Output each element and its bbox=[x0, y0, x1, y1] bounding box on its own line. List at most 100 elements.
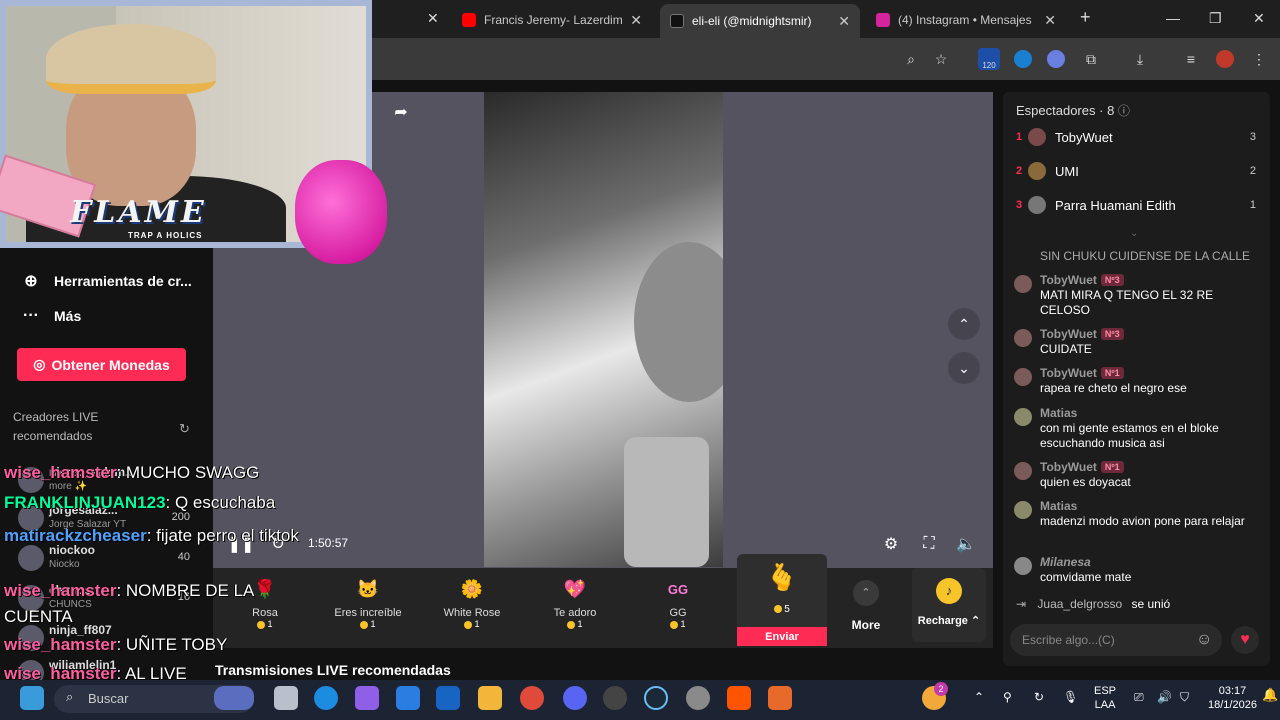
fullscreen-icon[interactable]: ⛶ bbox=[920, 535, 938, 553]
volume-icon[interactable]: 🔈 bbox=[956, 535, 976, 553]
windows-start-icon[interactable] bbox=[20, 686, 44, 710]
restore-icon[interactable]: ❐ bbox=[1209, 10, 1222, 27]
new-tab-button[interactable]: + bbox=[1080, 7, 1091, 28]
chrome-icon[interactable] bbox=[520, 686, 544, 710]
chevron-down-icon[interactable]: ⌄ bbox=[1130, 228, 1138, 239]
avatar[interactable] bbox=[1014, 329, 1032, 347]
close-tab-icon[interactable]: ✕ bbox=[427, 10, 439, 27]
coin-icon bbox=[360, 620, 369, 629]
gift-item[interactable]: 🌼 White Rose 1 bbox=[424, 574, 520, 638]
vpn-icon[interactable]: ⛉ bbox=[1180, 690, 1189, 704]
like-heart-button[interactable]: ♥ bbox=[1231, 626, 1259, 654]
outlook-icon[interactable] bbox=[436, 686, 460, 710]
extension-icon[interactable] bbox=[1014, 50, 1032, 68]
send-gift-button[interactable]: Enviar bbox=[737, 627, 827, 646]
network-icon[interactable]: ⚲ bbox=[1003, 690, 1012, 704]
chat-message: Matias con mi gente estamos en el bloke … bbox=[1014, 406, 1264, 454]
rank-badge: Nº3 bbox=[1100, 274, 1124, 286]
discord-icon[interactable] bbox=[563, 686, 587, 710]
recharge-button[interactable]: ♪ Recharge ⌃ bbox=[912, 568, 986, 642]
chat-message: TobyWuet Nº3 MATI MIRA Q TENGO EL 32 RE C… bbox=[1014, 273, 1264, 321]
chat-message: TobyWuet Nº1 quien es doyacat bbox=[1014, 460, 1264, 492]
language-indicator[interactable]: ESP LAA bbox=[1094, 684, 1116, 712]
close-tab-icon[interactable]: ✕ bbox=[630, 12, 642, 29]
close-tab-icon[interactable]: ✕ bbox=[838, 13, 850, 30]
search-icon: ⌕ bbox=[66, 689, 74, 704]
avatar[interactable] bbox=[1014, 368, 1032, 386]
settings-icon[interactable] bbox=[686, 686, 710, 710]
obs-icon[interactable] bbox=[603, 686, 627, 710]
chat-message: Milanesa comvidame mate bbox=[1014, 555, 1264, 587]
instagram-icon bbox=[876, 13, 890, 27]
notification-badge: 2 bbox=[934, 682, 948, 696]
extensions-puzzle-icon[interactable]: ⧉ bbox=[1082, 50, 1100, 68]
steam-icon[interactable] bbox=[644, 686, 668, 710]
get-coins-button[interactable]: ◎ Obtener Monedas bbox=[17, 348, 186, 381]
avatar[interactable] bbox=[1014, 557, 1032, 575]
refresh-icon[interactable]: ↻ bbox=[179, 421, 190, 437]
tab-tiktok[interactable]: eli-eli (@midnightsmir) ✕ bbox=[660, 4, 860, 38]
avatar[interactable] bbox=[1014, 501, 1032, 519]
rank-badge: Nº1 bbox=[1100, 367, 1124, 379]
help-icon[interactable]: ⓘ bbox=[1118, 104, 1130, 118]
coin-icon bbox=[774, 605, 783, 614]
extension-counter-icon[interactable]: 120 bbox=[978, 48, 1000, 70]
previous-live-button[interactable]: ⌃ bbox=[948, 308, 980, 340]
minimize-icon[interactable]: — bbox=[1166, 10, 1180, 26]
chat-message: TobyWuet Nº3 CUIDATE bbox=[1014, 327, 1264, 359]
share-arrow-icon[interactable]: ➦ bbox=[392, 103, 410, 121]
cat-gift-icon: 🐱 bbox=[356, 578, 380, 599]
fl-studio-icon[interactable] bbox=[768, 686, 792, 710]
task-view-icon[interactable] bbox=[274, 686, 298, 710]
menu-kebab-icon[interactable]: ⋮ bbox=[1250, 50, 1268, 68]
chat-input[interactable]: Escribe algo...(C) bbox=[1010, 624, 1222, 656]
flame-logo: FLAME bbox=[70, 195, 207, 230]
chat-message: TobyWuet Nº1 rapea re cheto el negro ese bbox=[1014, 366, 1264, 398]
coin-icon bbox=[464, 620, 473, 629]
viewer-row[interactable]: 2 UMI 2 bbox=[1016, 160, 1262, 182]
edge-icon[interactable] bbox=[314, 686, 338, 710]
settings-icon[interactable]: ⚙ bbox=[882, 535, 900, 553]
gift-item[interactable]: 🐱 Eres increíble 1 bbox=[320, 574, 416, 638]
live-video[interactable] bbox=[484, 92, 723, 567]
notifications-bell-icon[interactable]: 🔔 bbox=[1262, 688, 1278, 702]
coin-icon: ◎ bbox=[33, 356, 46, 372]
close-tab-icon[interactable]: ✕ bbox=[1044, 12, 1056, 29]
viewer-row[interactable]: 1 TobyWuet 3 bbox=[1016, 126, 1262, 148]
display-icon[interactable]: ⎚ bbox=[1134, 690, 1144, 704]
sidebar-item-creator-tools[interactable]: ⊕ Herramientas de cr... bbox=[22, 271, 191, 291]
avatar[interactable] bbox=[1014, 275, 1032, 293]
widget-icon[interactable] bbox=[214, 686, 254, 710]
bookmark-star-icon[interactable]: ☆ bbox=[932, 50, 950, 68]
chevron-up-icon: ⌃ bbox=[853, 580, 879, 606]
soundcloud-icon[interactable] bbox=[727, 686, 751, 710]
profile-avatar[interactable] bbox=[1216, 50, 1234, 68]
avatar[interactable] bbox=[1014, 408, 1032, 426]
store-icon[interactable] bbox=[396, 686, 420, 710]
media-control-icon[interactable]: ≡ bbox=[1182, 50, 1200, 68]
join-notice: ⇥ Juaa_delgrosso se unió bbox=[1016, 597, 1171, 611]
tab-youtube[interactable]: Francis Jeremy- Lazerdim (P ✕ bbox=[452, 6, 652, 34]
extension-icon[interactable] bbox=[1047, 50, 1065, 68]
chevron-up-icon[interactable]: ⌃ bbox=[974, 690, 984, 704]
copilot-icon[interactable] bbox=[355, 686, 379, 710]
zoom-icon[interactable]: ⌕ bbox=[902, 50, 920, 68]
emoji-icon[interactable]: ☺ bbox=[1196, 631, 1212, 649]
flame-logo-subtitle: TRAP A HOLICS bbox=[128, 231, 203, 240]
tab-instagram[interactable]: (4) Instagram • Mensajes ✕ bbox=[866, 6, 1066, 34]
file-explorer-icon[interactable] bbox=[478, 686, 502, 710]
next-live-button[interactable]: ⌄ bbox=[948, 352, 980, 384]
microphone-icon[interactable]: 🎙 bbox=[1063, 690, 1078, 704]
rank-badge: Nº1 bbox=[1100, 461, 1124, 473]
clock[interactable]: 03:17 18/1/2026 bbox=[1208, 684, 1257, 712]
sidebar-item-more[interactable]: ··· Más bbox=[22, 307, 81, 325]
gift-item[interactable]: 💖 Te adoro 1 bbox=[527, 574, 623, 638]
sync-icon[interactable]: ↻ bbox=[1034, 690, 1044, 704]
avatar[interactable] bbox=[1014, 462, 1032, 480]
volume-icon[interactable]: 🔊 bbox=[1157, 690, 1172, 704]
gift-item[interactable]: GG GG 1 bbox=[630, 574, 726, 638]
more-gifts-button[interactable]: ⌃ More bbox=[838, 574, 894, 636]
download-icon[interactable]: ⤓ bbox=[1131, 50, 1149, 68]
close-window-icon[interactable]: ✕ bbox=[1253, 10, 1265, 27]
viewer-row[interactable]: 3 Parra Huamani Edith 1 bbox=[1016, 194, 1262, 216]
